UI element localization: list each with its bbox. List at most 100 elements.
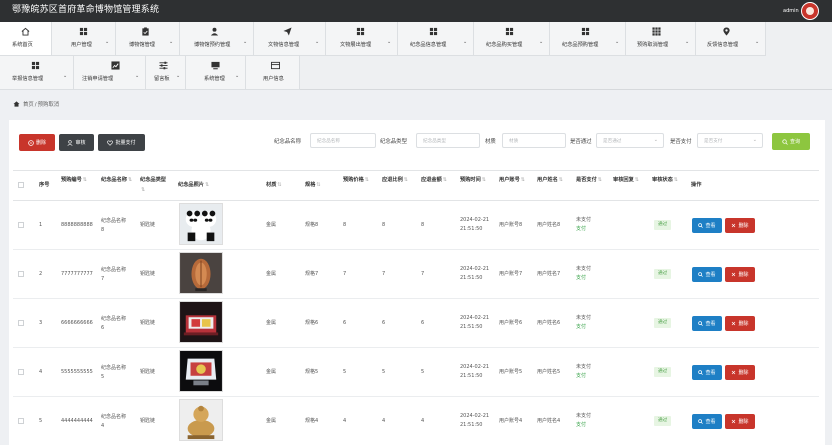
cell-material: 金属 (266, 271, 277, 277)
nav-item-museum-booking[interactable]: 博物馆预约管理 ⌄ (180, 22, 254, 56)
column-header-refund[interactable]: 应退金额⇅ (421, 175, 453, 185)
pay-link[interactable]: 支付 (576, 372, 586, 381)
column-header-type[interactable]: 纪念品类型⇅ (140, 175, 170, 195)
approved-select[interactable]: 是否通过 ⌄ (596, 133, 664, 148)
column-header-no: 序号 (39, 182, 50, 188)
pay-link[interactable]: 支付 (576, 421, 586, 430)
user-name[interactable]: admin (783, 8, 799, 14)
pay-link[interactable]: 支付 (576, 274, 586, 283)
column-header-ratio[interactable]: 应退比例⇅ (382, 175, 414, 185)
nav-item-user-info[interactable]: 用户信息 (246, 56, 300, 90)
souvenir-type-input[interactable]: 纪念品类型 (416, 133, 480, 148)
row-delete-button[interactable]: 删除 (725, 218, 755, 233)
cell-price: 4 (343, 418, 347, 424)
cell-code: 7777777777 (61, 271, 93, 277)
nav-item-home[interactable]: 系统首页 (0, 22, 52, 56)
query-button[interactable]: 查询 (772, 133, 810, 150)
cell-ratio: 7 (382, 271, 386, 277)
paid-select[interactable]: 是否支付 ⌄ (697, 133, 763, 148)
row-checkbox[interactable] (18, 418, 24, 424)
souvenir-photo[interactable] (179, 301, 223, 343)
avatar[interactable] (801, 2, 819, 20)
delete-button[interactable]: 删除 (19, 134, 55, 151)
cell-spec: 规格7 (305, 271, 319, 277)
filter-label-approved: 是否通过 (570, 139, 592, 145)
nav-item-message-board[interactable]: 留言板 ⌄ (146, 56, 186, 90)
nav-item-feedback[interactable]: 反馈信息管理 ⌄ (696, 22, 766, 56)
souvenir-photo[interactable] (179, 252, 223, 294)
cell-spec: 规格8 (305, 222, 319, 228)
nav-item-system[interactable]: 系统管理 ⌄ (186, 56, 246, 90)
chevron-down-icon: ⌄ (463, 39, 468, 45)
row-checkbox[interactable] (18, 369, 24, 375)
chevron-down-icon: ⌄ (755, 39, 760, 45)
cell-clock: 21:51:50 (460, 226, 483, 232)
table-row: 1 8888888888 纪念品名称8 钥匙链 金属 规格8 8 8 8 2024-02-21 21… (13, 201, 819, 250)
table-row: 2 7777777777 纪念品名称7 钥匙链 金属 规格7 7 7 7 2024-02-21 21… (13, 250, 819, 299)
nav-item-cancel-preorder[interactable]: 预购取消管理 ⌄ (626, 22, 696, 56)
cell-price: 6 (343, 320, 347, 326)
nav-item-users[interactable]: 用户管理 ⌄ (52, 22, 116, 56)
souvenir-name-input[interactable]: 纪念品名称 (310, 133, 376, 148)
column-header-account[interactable]: 用户账号⇅ (499, 175, 531, 185)
view-button[interactable]: 查看 (692, 365, 722, 380)
souvenir-photo[interactable] (179, 399, 223, 441)
cell-spec: 规格6 (305, 320, 319, 326)
row-delete-button[interactable]: 删除 (725, 267, 755, 282)
cell-username: 用户姓名7 (537, 271, 561, 277)
nav-item-reports[interactable]: 举报信息管理 ⌄ (0, 56, 74, 90)
nav-item-souvenir-buy[interactable]: 纪念品购买管理 ⌄ (474, 22, 550, 56)
pin-icon (723, 27, 730, 36)
nav-item-cancellation[interactable]: 注销申请管理 ⌄ (74, 56, 146, 90)
breadcrumb-home[interactable]: 首页 (23, 102, 34, 108)
view-button-label: 查看 (705, 370, 716, 376)
column-header-code[interactable]: 预购编号⇅ (61, 175, 95, 185)
cell-refund: 5 (421, 369, 425, 375)
column-header-spec[interactable]: 规格⇅ (305, 180, 321, 190)
row-checkbox[interactable] (18, 271, 24, 277)
pay-link[interactable]: 支付 (576, 225, 586, 234)
row-checkbox[interactable] (18, 320, 24, 326)
chevron-down-icon: ⌄ (176, 73, 181, 79)
batch-pay-button[interactable]: 批量支付 (98, 134, 145, 151)
column-header-photo[interactable]: 纪念品照片⇅ (178, 180, 209, 190)
pay-link[interactable]: 支付 (576, 323, 586, 332)
row-delete-button[interactable]: 删除 (725, 414, 755, 429)
cell-date: 2024-02-21 (460, 413, 490, 419)
column-header-time[interactable]: 预购时间⇅ (460, 175, 492, 185)
column-header-reply[interactable]: 审核回复⇅ (613, 175, 645, 185)
nav-item-museum[interactable]: 博物馆管理 ⌄ (116, 22, 180, 56)
view-button[interactable]: 查看 (692, 316, 722, 331)
column-header-price[interactable]: 预购价格⇅ (343, 175, 375, 185)
audit-button[interactable]: 审核 (59, 134, 94, 151)
material-input[interactable]: 材质 (502, 133, 566, 148)
column-header-material[interactable]: 材质⇅ (266, 180, 282, 190)
chevron-down-icon: ⌄ (105, 39, 110, 45)
nav-item-label: 反馈信息管理 (707, 42, 739, 48)
souvenir-photo[interactable] (179, 350, 223, 392)
column-header-status[interactable]: 审核状态⇅ (652, 175, 684, 185)
nav-item-souvenir-preorder[interactable]: 纪念品预购管理 ⌄ (550, 22, 626, 56)
column-header-paid[interactable]: 是否支付⇅ (576, 175, 608, 185)
column-header-name[interactable]: 纪念品名称⇅ (101, 175, 135, 185)
nav-item-relics[interactable]: 文物信息管理 ⌄ (254, 22, 326, 56)
nav-item-exhibition[interactable]: 文物展出管理 ⌄ (326, 22, 398, 56)
cell-spec: 规格4 (305, 418, 319, 424)
cell-type: 钥匙链 (140, 369, 156, 375)
row-delete-button[interactable]: 删除 (725, 316, 755, 331)
row-delete-button[interactable]: 删除 (725, 365, 755, 380)
cell-username: 用户姓名8 (537, 222, 561, 228)
column-header-username[interactable]: 用户姓名⇅ (537, 175, 569, 185)
row-checkbox[interactable] (18, 222, 24, 228)
view-button[interactable]: 查看 (692, 414, 722, 429)
cell-account: 用户账号8 (499, 222, 523, 228)
view-button[interactable]: 查看 (692, 218, 722, 233)
apps-icon (652, 27, 661, 36)
nav-item-label: 博物馆预约管理 (194, 42, 231, 48)
chevron-down-icon: ⌄ (752, 137, 757, 143)
search-icon (698, 272, 704, 277)
souvenir-photo[interactable] (179, 203, 223, 245)
view-button[interactable]: 查看 (692, 267, 722, 282)
select-all-checkbox[interactable] (18, 182, 24, 188)
nav-item-souvenir-info[interactable]: 纪念品信息管理 ⌄ (398, 22, 474, 56)
